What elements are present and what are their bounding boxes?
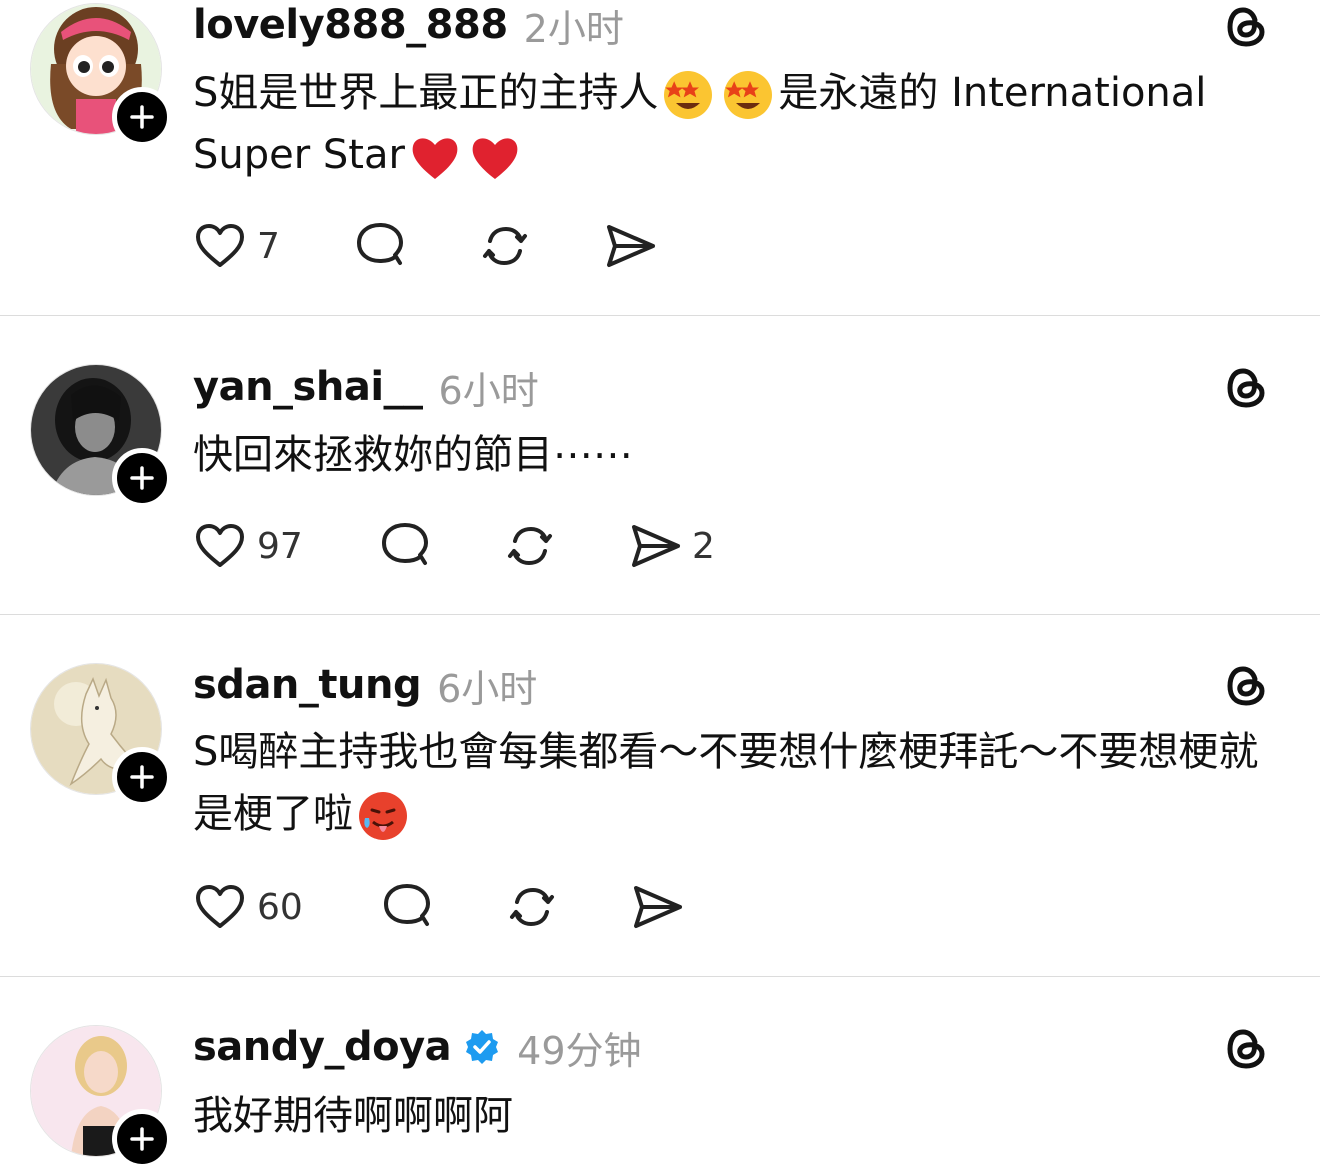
post-header: lovely888_888 2小时 <box>193 0 624 51</box>
post-text-content: S喝醉主持我也會每集都看～不要想什麼梗拜託～不要想梗就是梗了啦 <box>193 729 1259 837</box>
username[interactable]: sdan_tung <box>193 662 422 708</box>
share-count: 2 <box>692 525 715 567</box>
repost-arrows-icon <box>510 888 554 926</box>
reply-button[interactable] <box>380 877 434 937</box>
red-heart-emoji <box>407 129 463 185</box>
post-text: S喝醉主持我也會每集都看～不要想什麼梗拜託～不要想梗就是梗了啦 <box>193 721 1273 845</box>
threads-logo-icon[interactable] <box>1222 363 1272 413</box>
share-button[interactable]: 2 <box>628 516 715 576</box>
like-count: 97 <box>257 525 303 567</box>
avatar-container <box>30 3 172 147</box>
verified-badge-icon <box>463 1028 501 1066</box>
threads-logo-icon[interactable] <box>1222 661 1272 711</box>
like-button[interactable]: 7 <box>193 216 280 276</box>
avatar-container <box>30 364 172 508</box>
reply-button[interactable] <box>353 216 407 276</box>
threads-logo-icon[interactable] <box>1222 2 1272 52</box>
follow-button[interactable] <box>112 1109 172 1169</box>
red-heart-emoji <box>467 129 523 185</box>
post-lovely888: lovely888_888 2小时 S姐是世界上最正的主持人 是永遠的 Inter… <box>0 0 1320 316</box>
repost-button[interactable] <box>478 216 532 276</box>
share-button[interactable] <box>603 216 657 276</box>
username[interactable]: yan_shai__ <box>193 364 423 410</box>
post-sdan-tung: sdan_tung 6小时 S喝醉主持我也會每集都看～不要想什麼梗拜託～不要想梗… <box>0 615 1320 977</box>
plus-icon <box>130 765 154 789</box>
post-time: 6小时 <box>437 666 538 711</box>
repost-button[interactable] <box>503 516 557 576</box>
username[interactable]: sandy_doya <box>193 1024 452 1070</box>
post-time: 6小时 <box>438 368 539 413</box>
heart-outline-icon <box>196 224 244 267</box>
follow-button[interactable] <box>112 747 172 807</box>
plus-icon <box>130 105 154 129</box>
speech-bubble-icon <box>382 523 428 565</box>
follow-button[interactable] <box>112 87 172 147</box>
avatar-container <box>30 663 172 807</box>
repost-arrows-icon <box>483 227 527 265</box>
post-header: sdan_tung 6小时 <box>193 660 538 711</box>
paper-plane-icon <box>632 525 680 567</box>
speech-bubble-icon <box>384 884 430 926</box>
post-time: 2小时 <box>523 6 624 51</box>
post-header: sandy_doya 49分钟 <box>193 1022 642 1073</box>
like-count: 7 <box>257 225 280 267</box>
heart-outline-icon <box>196 524 244 567</box>
threads-logo-icon[interactable] <box>1222 1024 1272 1074</box>
post-text: 快回來拯救妳的節目⋯⋯ <box>193 432 633 478</box>
repost-arrows-icon <box>508 527 552 565</box>
paper-plane-icon <box>634 886 682 928</box>
repost-button[interactable] <box>505 877 559 937</box>
star-struck-emoji <box>720 67 776 123</box>
plus-icon <box>130 1127 154 1151</box>
follow-button[interactable] <box>112 448 172 508</box>
like-count: 60 <box>257 886 303 928</box>
reply-button[interactable] <box>378 516 432 576</box>
post-time: 49分钟 <box>517 1028 642 1073</box>
star-struck-emoji <box>660 67 716 123</box>
post-text: 我好期待啊啊啊阿 <box>193 1093 513 1139</box>
like-button[interactable]: 60 <box>193 877 303 937</box>
paper-plane-icon <box>607 225 655 267</box>
avatar-container <box>30 1025 172 1169</box>
post-header: yan_shai__ 6小时 <box>193 362 539 413</box>
post-text-part: S姐是世界上最正的主持人 <box>193 70 659 116</box>
post-text: S姐是世界上最正的主持人 是永遠的 International Super Sta… <box>193 62 1293 186</box>
heart-outline-icon <box>196 885 244 928</box>
post-sandy-doya: sandy_doya 49分钟 我好期待啊啊啊阿 <box>0 977 1320 1175</box>
plus-icon <box>130 466 154 490</box>
hot-face-emoji <box>355 788 411 844</box>
username[interactable]: lovely888_888 <box>193 2 508 48</box>
post-yan-shai: yan_shai__ 6小时 快回來拯救妳的節目⋯⋯ 97 2 <box>0 316 1320 615</box>
speech-bubble-icon <box>357 223 403 265</box>
share-button[interactable] <box>630 877 684 937</box>
like-button[interactable]: 97 <box>193 516 303 576</box>
